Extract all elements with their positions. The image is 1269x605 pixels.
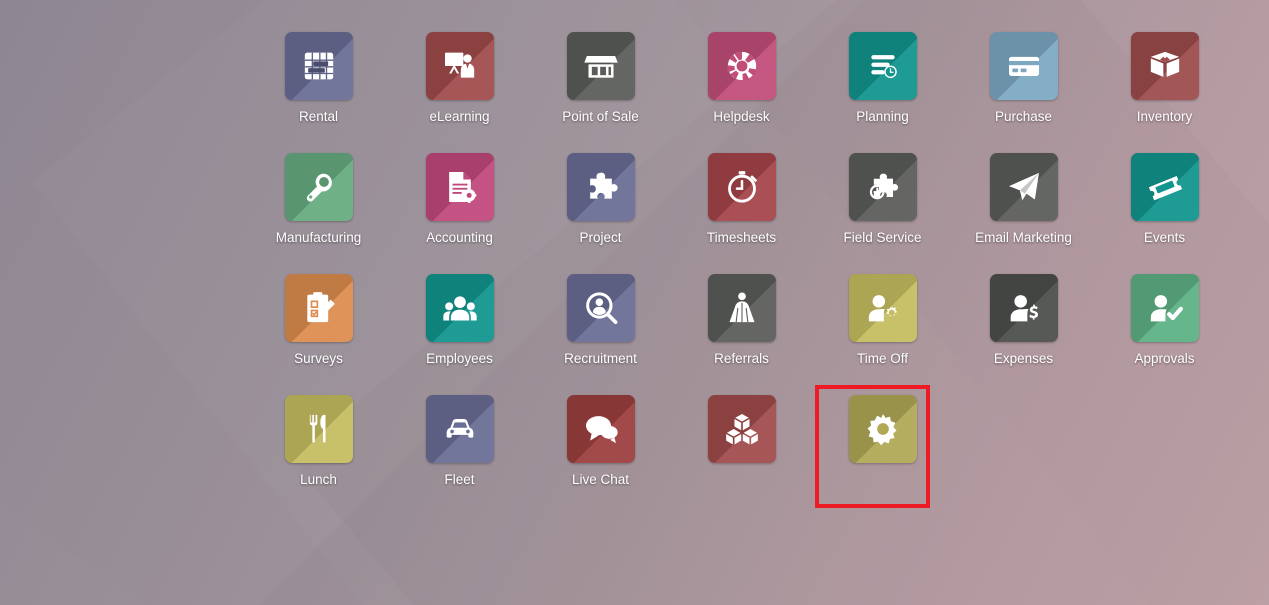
app-tile-purchase[interactable]: Purchase xyxy=(953,22,1094,143)
top-systray-bar: ◴16ὊC9✕Demo Company xyxy=(0,0,1269,14)
inventory-cubes-icon[interactable] xyxy=(707,395,776,463)
accounting-icon[interactable] xyxy=(425,153,494,221)
app-label: Purchase xyxy=(994,109,1053,124)
app-label: Inventory xyxy=(1136,109,1193,124)
app-tile-lunch[interactable]: Lunch xyxy=(248,385,389,506)
app-label: Live Chat xyxy=(571,472,630,487)
helpdesk-icon[interactable] xyxy=(707,32,776,100)
app-tile-timesheets[interactable]: Timesheets xyxy=(671,143,812,264)
close-icon-glyph: ✕ xyxy=(1148,0,1161,1)
app-tile-email-marketing[interactable]: Email Marketing xyxy=(953,143,1094,264)
settings-gear-icon[interactable] xyxy=(848,395,917,463)
app-tile-live-chat[interactable]: Live Chat xyxy=(530,385,671,506)
recruitment-icon[interactable] xyxy=(566,274,635,342)
app-label: Rental xyxy=(298,109,339,124)
app-tile-referrals[interactable]: Referrals xyxy=(671,264,812,385)
inventory-icon[interactable] xyxy=(1130,32,1199,100)
point-of-sale-icon[interactable] xyxy=(566,32,635,100)
app-tile-accounting[interactable]: Accounting xyxy=(389,143,530,264)
app-tile-rental[interactable]: Rental xyxy=(248,22,389,143)
purchase-icon[interactable] xyxy=(989,32,1058,100)
app-label: Approvals xyxy=(1134,351,1195,366)
app-tile-surveys[interactable]: Surveys xyxy=(248,264,389,385)
app-label: Expenses xyxy=(993,351,1054,366)
app-label: Accounting xyxy=(426,230,493,245)
app-tile-point-of-sale[interactable]: Point of Sale xyxy=(530,22,671,143)
approvals-icon[interactable] xyxy=(1130,274,1199,342)
surveys-icon[interactable] xyxy=(284,274,353,342)
expenses-icon[interactable] xyxy=(989,274,1058,342)
app-label: Recruitment xyxy=(564,351,637,366)
app-label: Fleet xyxy=(444,472,475,487)
app-tile-employees[interactable]: Employees xyxy=(389,264,530,385)
field-service-icon[interactable] xyxy=(848,153,917,221)
close-icon[interactable]: ✕ xyxy=(1148,0,1161,1)
app-label: Time Off xyxy=(856,351,908,366)
app-label: eLearning xyxy=(429,109,490,124)
app-tile-helpdesk[interactable]: Helpdesk xyxy=(671,22,812,143)
planning-icon[interactable] xyxy=(848,32,917,100)
referrals-icon[interactable] xyxy=(707,274,776,342)
employees-icon[interactable] xyxy=(425,274,494,342)
app-tile-time-off[interactable]: Time Off xyxy=(812,264,953,385)
app-label: Point of Sale xyxy=(562,109,639,124)
manufacturing-icon[interactable] xyxy=(284,153,353,221)
app-label: Lunch xyxy=(300,472,337,487)
app-label: Timesheets xyxy=(706,230,777,245)
app-label: Employees xyxy=(426,351,493,366)
app-label: Manufacturing xyxy=(275,230,362,245)
app-label: Events xyxy=(1143,230,1186,245)
time-off-icon[interactable] xyxy=(848,274,917,342)
app-tile-approvals[interactable]: Approvals xyxy=(1094,264,1235,385)
app-label: Planning xyxy=(856,109,909,124)
app-tile-planning[interactable]: Planning xyxy=(812,22,953,143)
elearning-icon[interactable] xyxy=(425,32,494,100)
live-chat-icon[interactable] xyxy=(566,395,635,463)
app-tile-manufacturing[interactable]: Manufacturing xyxy=(248,143,389,264)
events-icon[interactable] xyxy=(1130,153,1199,221)
app-tile-expenses[interactable]: Expenses xyxy=(953,264,1094,385)
app-label: Referrals xyxy=(714,351,769,366)
app-label: Surveys xyxy=(294,351,343,366)
rental-icon[interactable] xyxy=(284,32,353,100)
app-tile-inventory-cubes[interactable] xyxy=(671,385,812,506)
app-tile-settings-gear[interactable] xyxy=(812,385,953,506)
app-tile-inventory[interactable]: Inventory xyxy=(1094,22,1235,143)
app-label: Email Marketing xyxy=(975,230,1072,245)
project-icon[interactable] xyxy=(566,153,635,221)
apps-grid: Rental eLearning Point of Sale Helpdesk Plan… xyxy=(0,22,1269,506)
timesheets-icon[interactable] xyxy=(707,153,776,221)
app-label: Helpdesk xyxy=(713,109,770,124)
email-marketing-icon[interactable] xyxy=(989,153,1058,221)
app-tile-field-service[interactable]: Field Service xyxy=(812,143,953,264)
app-tile-recruitment[interactable]: Recruitment xyxy=(530,264,671,385)
app-tile-elearning[interactable]: eLearning xyxy=(389,22,530,143)
app-label: Project xyxy=(579,230,622,245)
systray-items: ◴16ὊC9✕Demo Company xyxy=(1076,0,1263,5)
app-label: Field Service xyxy=(843,230,922,245)
app-tile-fleet[interactable]: Fleet xyxy=(389,385,530,506)
fleet-icon[interactable] xyxy=(425,395,494,463)
app-tile-project[interactable]: Project xyxy=(530,143,671,264)
lunch-icon[interactable] xyxy=(284,395,353,463)
app-tile-events[interactable]: Events xyxy=(1094,143,1235,264)
